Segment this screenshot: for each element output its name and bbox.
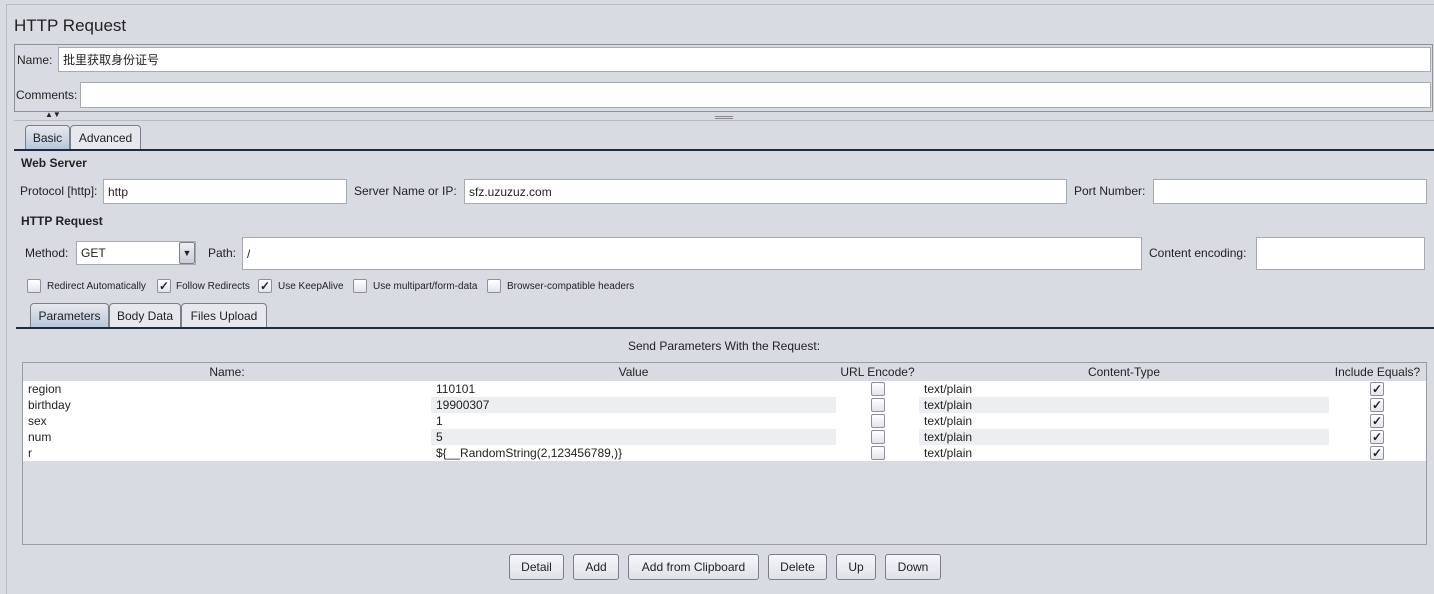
add-button[interactable]: Add	[573, 554, 619, 580]
include-equals-checkbox[interactable]: ✓	[1370, 430, 1384, 444]
tab-basic[interactable]: Basic	[25, 125, 70, 149]
server-name-input[interactable]: sfz.uzuzuz.com	[464, 179, 1067, 204]
param-value[interactable]: 19900307	[431, 397, 836, 413]
method-select[interactable]: GET	[76, 241, 196, 265]
url-encode-checkbox[interactable]	[871, 446, 885, 460]
param-name[interactable]: region	[23, 381, 431, 397]
url-encode-checkbox[interactable]	[871, 430, 885, 444]
content-encoding-label: Content encoding:	[1149, 246, 1247, 260]
param-name[interactable]: sex	[23, 413, 431, 429]
param-content-type[interactable]: text/plain	[919, 397, 1329, 413]
table-row[interactable]: birthday 19900307 text/plain ✓	[23, 397, 1426, 413]
include-equals-checkbox[interactable]: ✓	[1370, 446, 1384, 460]
param-content-type[interactable]: text/plain	[919, 429, 1329, 445]
column-header-value[interactable]: Value	[431, 363, 836, 381]
web-server-heading: Web Server	[21, 156, 87, 170]
name-input[interactable]: 批里获取身份证号	[58, 47, 1431, 72]
param-content-type[interactable]: text/plain	[919, 381, 1329, 397]
path-label: Path:	[208, 246, 237, 260]
browser-compatible-checkbox[interactable]	[487, 279, 501, 293]
chevron-down-icon[interactable]: ▼	[179, 242, 195, 264]
use-keepalive-checkbox[interactable]: ✓	[258, 279, 272, 293]
param-content-type[interactable]: text/plain	[919, 413, 1329, 429]
server-name-label: Server Name or IP:	[354, 184, 457, 198]
tab-files-upload[interactable]: Files Upload	[181, 303, 267, 327]
param-value[interactable]: 1	[431, 413, 836, 429]
param-name[interactable]: num	[23, 429, 431, 445]
delete-button[interactable]: Delete	[768, 554, 827, 580]
table-row[interactable]: num 5 text/plain ✓	[23, 429, 1426, 445]
path-input[interactable]: /	[242, 237, 1142, 270]
url-encode-checkbox[interactable]	[871, 414, 885, 428]
port-label: Port Number:	[1074, 184, 1146, 198]
column-header-content-type[interactable]: Content-Type	[919, 363, 1329, 381]
browser-compatible-label: Browser-compatible headers	[507, 281, 635, 292]
table-row[interactable]: sex 1 text/plain ✓	[23, 413, 1426, 429]
comments-input[interactable]	[80, 82, 1431, 108]
down-button[interactable]: Down	[885, 554, 941, 580]
method-label: Method:	[25, 246, 69, 260]
protocol-input[interactable]: http	[103, 179, 347, 204]
include-equals-checkbox[interactable]: ✓	[1370, 414, 1384, 428]
use-multipart-label: Use multipart/form-data	[373, 281, 478, 292]
splitter-arrows-icon[interactable]: ▲▼	[45, 110, 61, 119]
param-value[interactable]: 5	[431, 429, 836, 445]
url-encode-checkbox[interactable]	[871, 382, 885, 396]
divider	[14, 120, 1434, 121]
tab-body-data[interactable]: Body Data	[109, 303, 181, 327]
param-value[interactable]: 110101	[431, 381, 836, 397]
splitter-handle[interactable]	[715, 116, 733, 119]
name-label: Name:	[17, 53, 53, 67]
parameters-table: Name: Value URL Encode? Content-Type Inc…	[22, 362, 1427, 545]
method-value: GET	[81, 246, 106, 260]
tab-advanced[interactable]: Advanced	[70, 125, 141, 149]
content-encoding-input[interactable]	[1256, 237, 1425, 270]
column-header-name[interactable]: Name:	[23, 363, 431, 381]
column-header-url-encode[interactable]: URL Encode?	[836, 363, 919, 381]
add-from-clipboard-button[interactable]: Add from Clipboard	[628, 554, 759, 580]
follow-redirects-checkbox[interactable]: ✓	[157, 279, 171, 293]
url-encode-checkbox[interactable]	[871, 398, 885, 412]
redirect-automatically-label: Redirect Automatically	[47, 281, 146, 292]
page-title: HTTP Request	[14, 16, 127, 35]
param-name[interactable]: birthday	[23, 397, 431, 413]
table-row[interactable]: r ${__RandomString(2,123456789,)} text/pla…	[23, 445, 1426, 461]
params-caption: Send Parameters With the Request:	[627, 339, 821, 353]
http-request-heading: HTTP Request	[21, 214, 103, 228]
table-row[interactable]: region 110101 text/plain ✓	[23, 381, 1426, 397]
include-equals-checkbox[interactable]: ✓	[1370, 398, 1384, 412]
up-button[interactable]: Up	[836, 554, 876, 580]
follow-redirects-label: Follow Redirects	[176, 281, 250, 292]
tab-underline	[14, 149, 1434, 151]
param-value[interactable]: ${__RandomString(2,123456789,)}	[431, 445, 836, 461]
detail-button[interactable]: Detail	[509, 554, 564, 580]
column-header-include-equals[interactable]: Include Equals?	[1329, 363, 1426, 381]
param-name[interactable]: r	[23, 445, 431, 461]
use-multipart-checkbox[interactable]	[353, 279, 367, 293]
subtab-underline	[16, 327, 1434, 329]
include-equals-checkbox[interactable]: ✓	[1370, 382, 1384, 396]
param-content-type[interactable]: text/plain	[919, 445, 1329, 461]
port-input[interactable]	[1153, 179, 1427, 204]
comments-label: Comments:	[16, 88, 78, 102]
redirect-automatically-checkbox[interactable]	[27, 279, 41, 293]
tab-parameters[interactable]: Parameters	[30, 303, 109, 327]
protocol-label: Protocol [http]:	[20, 184, 98, 198]
use-keepalive-label: Use KeepAlive	[278, 281, 344, 292]
